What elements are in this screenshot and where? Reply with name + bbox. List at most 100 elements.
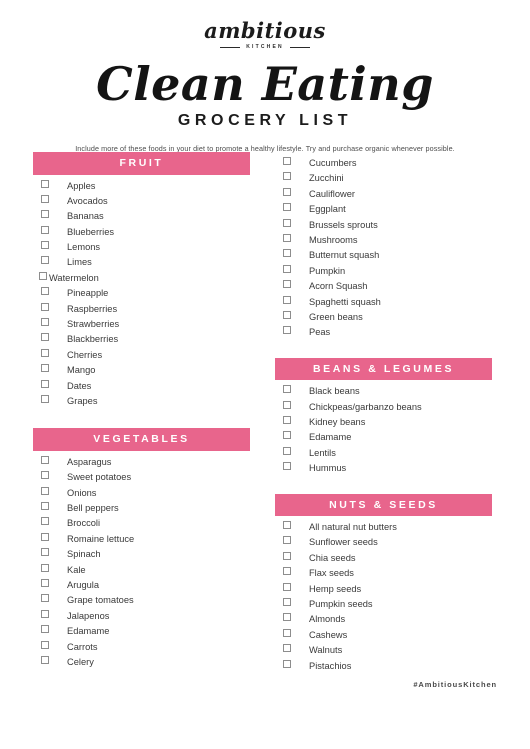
checkbox-icon[interactable] bbox=[41, 364, 49, 373]
list-item[interactable]: Grape tomatoes bbox=[33, 594, 250, 610]
list-item[interactable]: Zucchini bbox=[275, 172, 492, 188]
list-item[interactable]: Walnuts bbox=[275, 644, 492, 660]
list-item[interactable]: Cherries bbox=[33, 348, 250, 365]
list-item[interactable]: Carrots bbox=[33, 640, 250, 657]
checkbox-icon[interactable] bbox=[283, 385, 291, 394]
list-item[interactable]: Strawberries bbox=[33, 318, 250, 334]
checkbox-icon[interactable] bbox=[283, 431, 291, 440]
list-item[interactable]: Pineapple bbox=[33, 287, 250, 303]
checkbox-icon[interactable] bbox=[41, 241, 49, 250]
checkbox-icon[interactable] bbox=[41, 486, 49, 495]
checkbox-icon[interactable] bbox=[283, 462, 291, 471]
checkbox-icon[interactable] bbox=[41, 348, 49, 357]
list-item[interactable]: Spaghetti squash bbox=[275, 295, 492, 312]
list-item[interactable]: Bananas bbox=[33, 210, 250, 226]
checkbox-icon[interactable] bbox=[41, 318, 49, 327]
list-item[interactable]: Raspberries bbox=[33, 302, 250, 319]
checkbox-icon[interactable] bbox=[283, 187, 291, 196]
checkbox-icon[interactable] bbox=[283, 597, 291, 606]
list-item[interactable]: Green beans bbox=[275, 310, 492, 327]
list-item[interactable]: Hemp seeds bbox=[275, 582, 492, 599]
checkbox-icon[interactable] bbox=[41, 655, 49, 664]
checkbox-icon[interactable] bbox=[283, 295, 291, 304]
list-item[interactable]: Onions bbox=[33, 486, 250, 503]
list-item[interactable]: Celery bbox=[33, 655, 250, 672]
checkbox-icon[interactable] bbox=[41, 210, 49, 219]
list-item[interactable]: Chickpeas/garbanzo beans bbox=[275, 400, 492, 417]
checkbox-icon[interactable] bbox=[41, 532, 49, 541]
list-item[interactable]: Avocados bbox=[33, 194, 250, 211]
checkbox-icon[interactable] bbox=[41, 302, 49, 311]
checkbox-icon[interactable] bbox=[41, 502, 49, 511]
list-item[interactable]: Lentils bbox=[275, 446, 492, 463]
checkbox-icon[interactable] bbox=[283, 536, 291, 545]
list-item[interactable]: All natural nut butters bbox=[275, 521, 492, 537]
checkbox-icon[interactable] bbox=[283, 644, 291, 653]
list-item[interactable]: Peas bbox=[275, 326, 492, 342]
checkbox-icon[interactable] bbox=[283, 249, 291, 258]
list-item[interactable]: Kale bbox=[33, 563, 250, 580]
list-item[interactable]: Almonds bbox=[275, 613, 492, 629]
checkbox-icon[interactable] bbox=[41, 609, 49, 618]
list-item[interactable]: Flax seeds bbox=[275, 567, 492, 583]
list-item[interactable]: Edamame bbox=[275, 431, 492, 447]
list-item[interactable]: Arugula bbox=[33, 578, 250, 595]
checkbox-icon[interactable] bbox=[41, 594, 49, 603]
checkbox-icon[interactable] bbox=[283, 264, 291, 273]
list-item[interactable]: Kidney beans bbox=[275, 415, 492, 432]
checkbox-icon[interactable] bbox=[283, 446, 291, 455]
list-item[interactable]: Spinach bbox=[33, 548, 250, 564]
checkbox-icon[interactable] bbox=[41, 256, 49, 265]
checkbox-icon[interactable] bbox=[283, 203, 291, 212]
list-item[interactable]: Acorn Squash bbox=[275, 280, 492, 296]
checkbox-icon[interactable] bbox=[41, 287, 49, 296]
list-item[interactable]: Watermelon bbox=[33, 271, 250, 288]
checkbox-icon[interactable] bbox=[283, 280, 291, 289]
list-item[interactable]: Limes bbox=[33, 256, 250, 272]
checkbox-icon[interactable] bbox=[41, 640, 49, 649]
checkbox-icon[interactable] bbox=[283, 582, 291, 591]
list-item[interactable]: Romaine lettuce bbox=[33, 532, 250, 549]
list-item[interactable]: Jalapenos bbox=[33, 609, 250, 626]
list-item[interactable]: Cashews bbox=[275, 628, 492, 645]
list-item[interactable]: Blueberries bbox=[33, 225, 250, 242]
list-item[interactable]: Grapes bbox=[33, 394, 250, 411]
list-item[interactable]: Lemons bbox=[33, 241, 250, 257]
list-item[interactable]: Broccoli bbox=[33, 517, 250, 533]
checkbox-icon[interactable] bbox=[283, 310, 291, 319]
checkbox-icon[interactable] bbox=[41, 563, 49, 572]
list-item[interactable]: Butternut squash bbox=[275, 249, 492, 265]
list-item[interactable]: Mango bbox=[33, 364, 250, 380]
checkbox-icon[interactable] bbox=[283, 551, 291, 560]
list-item[interactable]: Eggplant bbox=[275, 203, 492, 219]
checkbox-icon[interactable] bbox=[283, 521, 291, 530]
list-item[interactable]: Sunflower seeds bbox=[275, 536, 492, 552]
list-item[interactable]: Apples bbox=[33, 179, 250, 196]
checkbox-icon[interactable] bbox=[41, 379, 49, 388]
list-item[interactable]: Black beans bbox=[275, 385, 492, 401]
list-item[interactable]: Dates bbox=[33, 379, 250, 396]
checkbox-icon[interactable] bbox=[41, 578, 49, 587]
list-item[interactable]: Cucumbers bbox=[275, 157, 492, 173]
list-item[interactable]: Blackberries bbox=[33, 333, 250, 349]
list-item[interactable]: Asparagus bbox=[33, 455, 250, 472]
list-item[interactable]: Hummus bbox=[275, 462, 492, 478]
checkbox-icon[interactable] bbox=[283, 326, 291, 335]
checkbox-icon[interactable] bbox=[283, 172, 291, 181]
checkbox-icon[interactable] bbox=[41, 471, 49, 480]
list-item[interactable]: Sweet potatoes bbox=[33, 471, 250, 487]
list-item[interactable]: Edamame bbox=[33, 625, 250, 641]
list-item[interactable]: Cauliflower bbox=[275, 187, 492, 204]
checkbox-icon[interactable] bbox=[41, 225, 49, 234]
checkbox-icon[interactable] bbox=[283, 400, 291, 409]
list-item[interactable]: Pumpkin seeds bbox=[275, 597, 492, 614]
checkbox-icon[interactable] bbox=[41, 394, 49, 403]
checkbox-icon[interactable] bbox=[41, 517, 49, 526]
list-item[interactable]: Chia seeds bbox=[275, 551, 492, 568]
checkbox-icon[interactable] bbox=[283, 567, 291, 576]
checkbox-icon[interactable] bbox=[41, 179, 49, 188]
list-item[interactable]: Mushrooms bbox=[275, 233, 492, 250]
list-item[interactable]: Bell peppers bbox=[33, 502, 250, 518]
checkbox-icon[interactable] bbox=[283, 628, 291, 637]
checkbox-icon[interactable] bbox=[41, 625, 49, 634]
